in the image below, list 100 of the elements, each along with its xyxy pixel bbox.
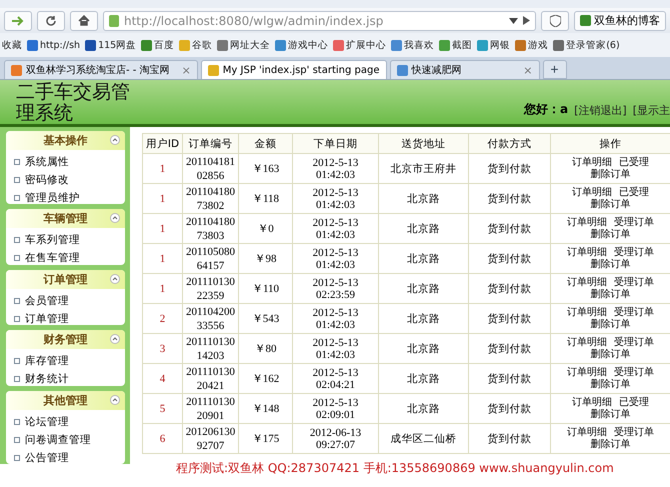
bookmark-icon: [553, 40, 564, 50]
action-link[interactable]: 订单明细: [572, 396, 612, 408]
table-cell: ￥163: [238, 154, 292, 184]
action-link[interactable]: 订单明细: [566, 216, 607, 228]
action-link[interactable]: 删除订单: [590, 348, 630, 360]
bookmark-link[interactable]: 百度: [141, 38, 174, 52]
action-link[interactable]: 删除订单: [590, 378, 630, 390]
action-link[interactable]: 受理订单: [614, 276, 654, 288]
address-field[interactable]: http://localhost:8080/wlgw/admin/index.jsp: [103, 10, 536, 30]
action-link[interactable]: 删除订单: [590, 198, 630, 210]
action-link[interactable]: 受理订单: [614, 426, 654, 438]
action-link[interactable]: 删除订单: [590, 408, 630, 420]
collapse-icon[interactable]: [110, 274, 120, 284]
menu-item[interactable]: 问卷调查管理: [6, 431, 125, 450]
refresh-button[interactable]: [37, 10, 65, 30]
bookmark-link[interactable]: 扩展中心: [333, 38, 386, 52]
menu-item[interactable]: 库存管理: [6, 352, 125, 370]
arrow-icon: [11, 16, 25, 26]
menu-item[interactable]: 订单管理: [6, 310, 125, 326]
action-link[interactable]: 删除订单: [590, 258, 630, 270]
action-link[interactable]: 受理订单: [614, 306, 654, 318]
action-link[interactable]: 订单明细: [566, 366, 607, 378]
table-cell: 20111013020421: [182, 364, 238, 394]
collapse-icon[interactable]: [110, 395, 120, 406]
menu-item[interactable]: 论坛管理: [6, 413, 125, 432]
close-icon[interactable]: ×: [174, 64, 191, 76]
action-link[interactable]: 已受理: [619, 396, 650, 408]
action-link[interactable]: 订单明细: [572, 156, 612, 168]
action-link[interactable]: 删除订单: [590, 288, 630, 300]
action-link[interactable]: 订单明细: [572, 186, 612, 198]
bookmark-link[interactable]: 谷歌: [179, 38, 212, 52]
menu-item[interactable]: 系统属性: [6, 153, 125, 171]
table-cell: 货到付款: [468, 364, 550, 394]
table-cell: 北京路: [378, 244, 468, 274]
table-cell: 北京路: [378, 394, 468, 424]
bookmark-link[interactable]: 收藏: [2, 38, 22, 52]
action-link[interactable]: 受理订单: [614, 246, 654, 258]
table-cell: 2012-5-13 01:42:03: [292, 244, 378, 274]
table-cell: 20110418073802: [182, 184, 238, 214]
menu-item[interactable]: 公告管理: [6, 449, 125, 464]
bookmark-link[interactable]: 我喜欢: [391, 38, 434, 52]
action-link[interactable]: 订单明细: [566, 336, 607, 348]
site-title: 二手车交易管: [16, 82, 130, 103]
action-link[interactable]: 已受理: [619, 156, 650, 168]
menu-item[interactable]: 财务统计: [6, 370, 125, 386]
table-cell: ￥98: [238, 244, 292, 274]
action-link[interactable]: 已受理: [619, 186, 650, 198]
browser-tab[interactable]: 快速减肥网 ×: [390, 60, 540, 79]
table-cell: 1: [142, 214, 182, 244]
action-link[interactable]: 删除订单: [590, 228, 630, 240]
browser-tab[interactable]: 双鱼林学习系统淘宝店- - 淘宝网 ×: [4, 60, 198, 79]
action-link[interactable]: 受理订单: [614, 216, 654, 228]
bookmark-link[interactable]: http://sh: [27, 40, 80, 50]
table-cell: 成华区二仙桥: [378, 424, 468, 454]
shield-button[interactable]: [541, 10, 569, 30]
greeting-text: 您好：a: [524, 101, 568, 118]
close-icon[interactable]: ×: [515, 64, 532, 76]
action-link[interactable]: 删除订单: [590, 168, 630, 180]
bookmark-link[interactable]: 游戏: [515, 38, 548, 52]
action-link[interactable]: 删除订单: [590, 318, 630, 330]
forward-button[interactable]: [4, 10, 32, 30]
bookmark-link[interactable]: 游戏中心: [275, 38, 328, 52]
collapse-icon[interactable]: [110, 135, 120, 145]
action-link[interactable]: 受理订单: [614, 366, 654, 378]
menu-item[interactable]: 密码修改: [6, 171, 125, 189]
go-icon[interactable]: [523, 16, 530, 25]
table-cell: 2012-5-13 01:42:03: [292, 334, 378, 364]
browser-tab[interactable]: My JSP 'index.jsp' starting page: [200, 60, 386, 79]
action-link[interactable]: 订单明细: [566, 426, 607, 438]
menu-item[interactable]: 在售车管理: [6, 248, 125, 264]
table-cell: ￥0: [238, 214, 292, 244]
table-cell: 货到付款: [468, 334, 550, 364]
bookmark-link[interactable]: 登录管家(6): [553, 38, 620, 52]
table-cell: 北京路: [378, 364, 468, 394]
menu-item[interactable]: 管理员维护: [6, 189, 125, 204]
table-cell: 货到付款: [468, 184, 550, 214]
action-link[interactable]: 受理订单: [614, 336, 654, 348]
menu-item[interactable]: 会员管理: [6, 292, 125, 310]
action-link[interactable]: 删除订单: [590, 438, 630, 450]
table-cell: 2012-5-13 01:42:03: [292, 154, 378, 184]
bookmark-link[interactable]: 网址大全: [217, 38, 270, 52]
bookmark-link[interactable]: 截图: [439, 38, 472, 52]
collapse-icon[interactable]: [110, 212, 120, 223]
account-button[interactable]: 双鱼林的博客: [574, 10, 666, 30]
table-cell: ￥543: [238, 304, 292, 334]
action-link[interactable]: 订单明细: [566, 306, 607, 318]
action-link[interactable]: 订单明细: [566, 276, 607, 288]
new-tab-button[interactable]: +: [542, 60, 566, 79]
table-cell: 货到付款: [468, 304, 550, 334]
bookmark-link[interactable]: 网银: [477, 38, 510, 52]
dropdown-icon[interactable]: [509, 18, 518, 24]
collapse-icon[interactable]: [110, 334, 120, 344]
tab-icon: [208, 64, 219, 76]
home-button[interactable]: [70, 10, 98, 30]
action-link[interactable]: 订单明细: [566, 246, 607, 258]
bookmark-link[interactable]: 115网盘: [85, 38, 136, 52]
header-link[interactable]: [显示主: [632, 103, 670, 118]
menu-item[interactable]: 车系列管理: [6, 230, 125, 249]
header-link[interactable]: [注销退出]: [574, 103, 627, 118]
table-cell: 4: [142, 364, 182, 394]
